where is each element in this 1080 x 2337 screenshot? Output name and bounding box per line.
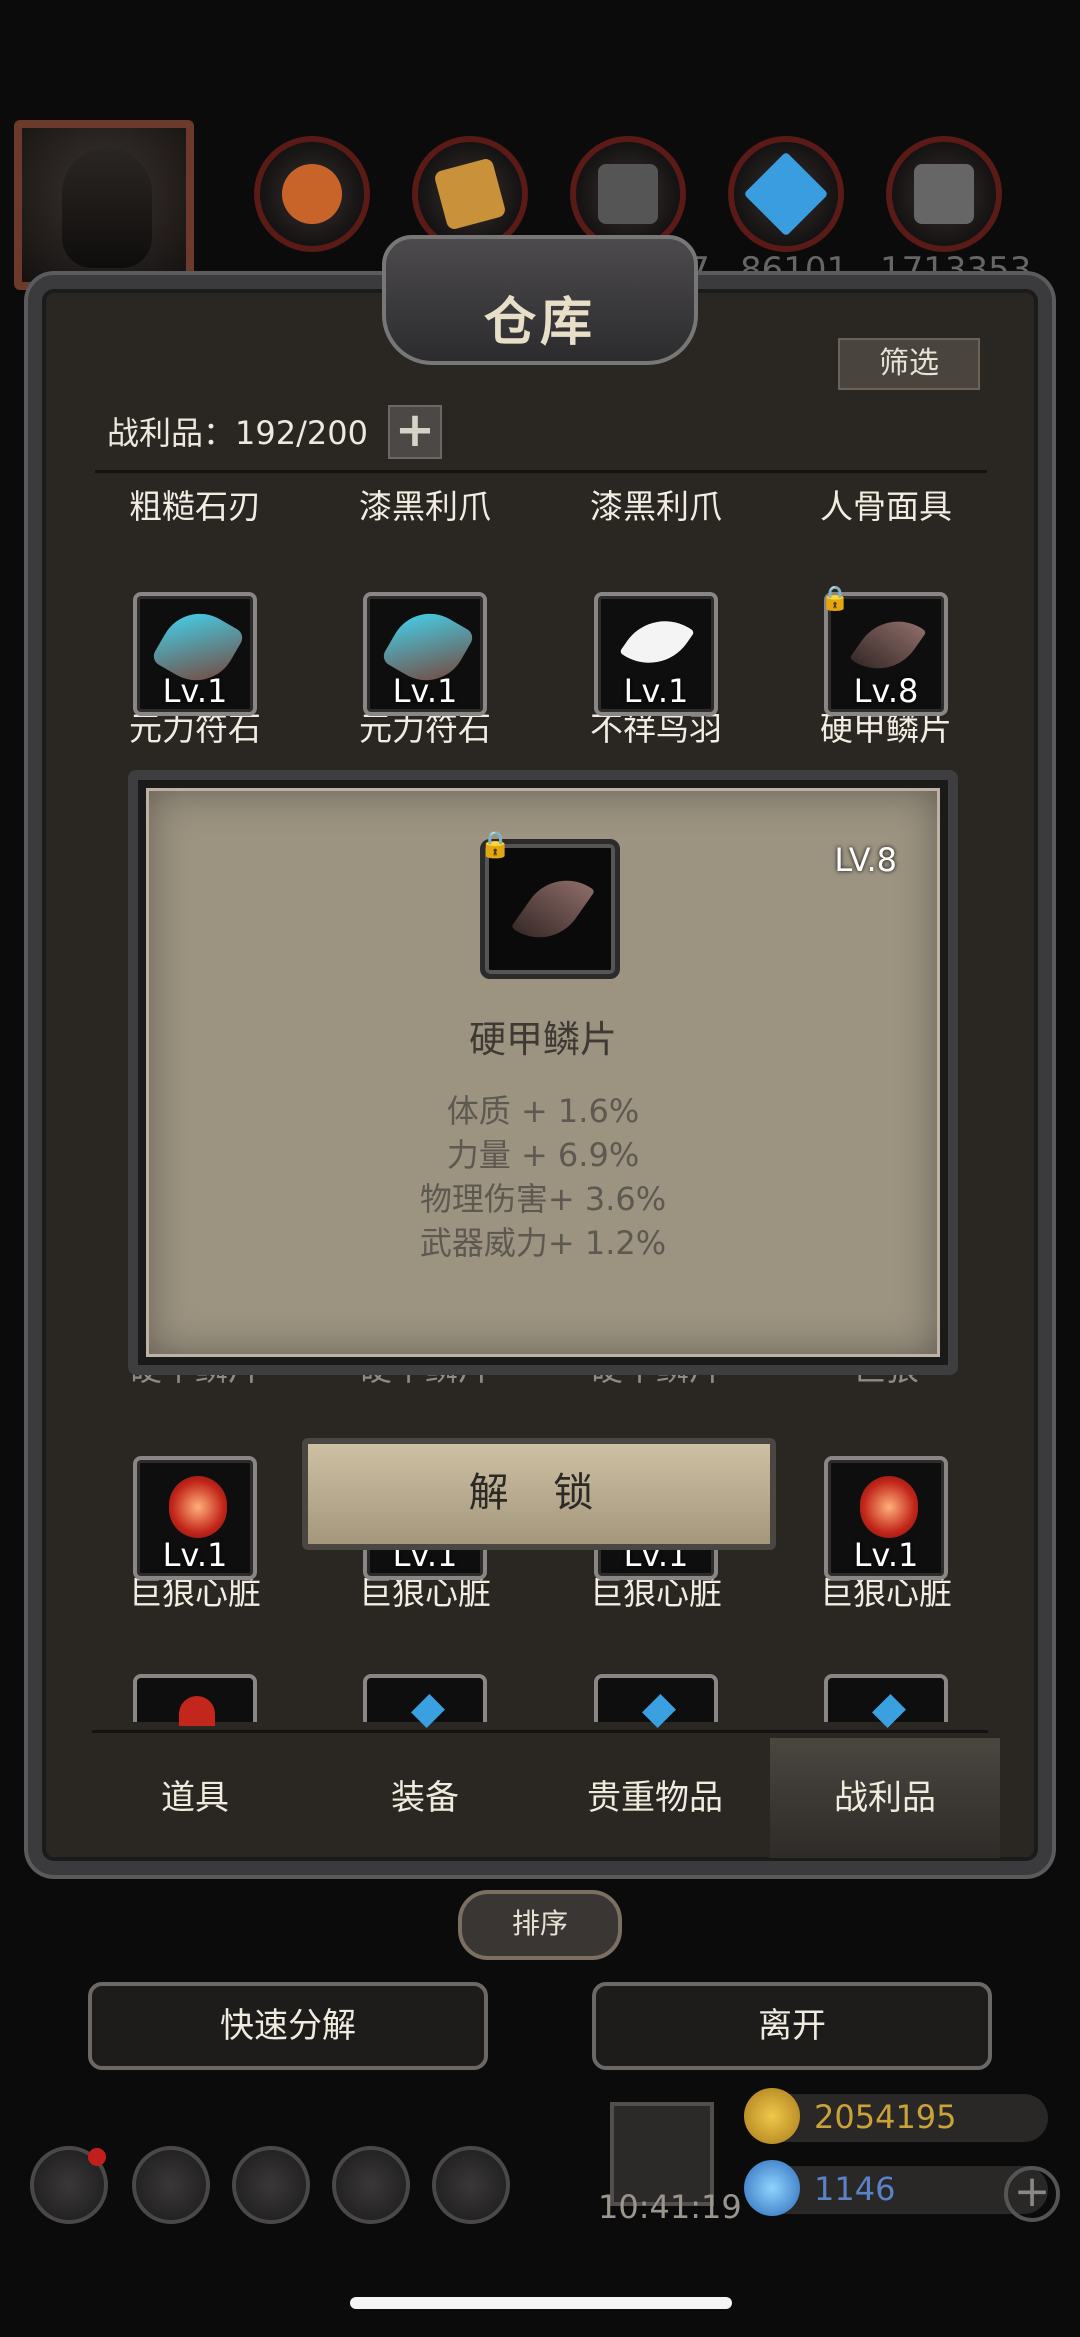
wolf-heart-icon [169,1476,227,1538]
grid-divider [92,1730,988,1733]
wood-plank-icon [433,157,507,231]
countdown-timer: 10:41:19 [598,2188,742,2226]
item-cell[interactable]: 人骨面具 [786,480,986,528]
tab-equipment[interactable]: 装备 [310,1738,540,1858]
mail-icon[interactable] [332,2146,410,2224]
item-detail-popup: 🔒 LV.8 硬甲鳞片 体质 + 1.6% 力量 + 6.9% 物理伤害+ 3.… [128,770,958,1375]
add-gems-button[interactable]: + [1004,2166,1060,2222]
blue-crystal-icon [743,151,829,237]
item-name: 粗糙石刃 [129,487,261,526]
item-slot-partial[interactable] [824,1674,948,1728]
item-cell[interactable]: 漆黑利爪 [325,480,525,528]
settings-gear-icon[interactable] [30,2146,108,2224]
item-slot-partial[interactable] [363,1674,487,1728]
item-level: Lv.8 [853,672,919,710]
item-level: Lv.1 [623,672,689,710]
popup-item-slot: 🔒 [479,830,620,979]
item-level: Lv.1 [162,672,228,710]
item-level: Lv.1 [392,672,458,710]
avatar-face [62,148,152,268]
resource-ore[interactable] [254,136,370,252]
filter-button[interactable]: 筛选 [838,338,980,390]
popup-stats: 体质 + 1.6% 力量 + 6.9% 物理伤害+ 3.6% 武器威力+ 1.2… [149,1089,937,1265]
item-slot-partial[interactable] [594,1674,718,1728]
orange-ore-icon [282,164,342,224]
loot-capacity: 战利品：192/200 [107,414,368,452]
resource-crystal[interactable] [728,136,844,252]
item-cell[interactable]: 漆黑利爪 [556,480,756,528]
header-divider [95,470,987,473]
item-name: 漆黑利爪 [359,487,491,526]
home-indicator[interactable] [350,2297,732,2309]
tab-props[interactable]: 道具 [80,1738,310,1858]
gold-amount: 2054195 [814,2098,957,2136]
lock-icon: 🔒 [820,584,850,612]
item-level: Lv.1 [162,1536,228,1574]
item-cell[interactable]: 粗糙石刃 [95,480,295,528]
lock-icon: 🔒 [479,830,512,860]
item-slot: Lv.1 [824,1456,948,1580]
medal-icon[interactable] [132,2146,210,2224]
tab-loot[interactable]: 战利品 [770,1738,1000,1858]
item-cell[interactable]: Lv.1 元力符石 [95,592,295,750]
cart-icon[interactable] [432,2146,510,2224]
wolf-heart-icon [179,1696,215,1726]
tab-valuables[interactable]: 贵重物品 [540,1738,770,1858]
expand-capacity-button[interactable]: + [388,405,442,459]
item-slot-partial[interactable] [133,1674,257,1726]
leave-button[interactable]: 离开 [592,1982,992,2070]
popup-body: 🔒 LV.8 硬甲鳞片 体质 + 1.6% 力量 + 6.9% 物理伤害+ 3.… [146,788,940,1357]
gem-icon [744,2160,800,2216]
gold-coin-icon [744,2088,800,2144]
popup-item-name: 硬甲鳞片 [469,1018,617,1061]
item-slot: Lv.1 [133,1456,257,1580]
item-slot: Lv.1 [133,592,257,716]
white-feather-icon [619,603,695,681]
wolf-heart-icon [860,1476,918,1538]
iron-ingot-icon [914,164,974,224]
sort-button[interactable]: 排序 [458,1890,622,1960]
item-cell[interactable]: Lv.1 巨狼心脏 [786,1456,986,1614]
item-name: 人骨面具 [820,487,952,526]
resource-iron[interactable] [886,136,1002,252]
item-slot: Lv.1 [363,592,487,716]
stat-line: 体质 + 1.6% [446,1092,640,1130]
stone-block-icon [598,164,658,224]
stat-line: 武器威力+ 1.2% [419,1224,667,1262]
notification-dot [88,2148,106,2166]
item-cell[interactable]: Lv.1 巨狼心脏 [95,1456,295,1614]
quick-decompose-button[interactable]: 快速分解 [88,1982,488,2070]
gem-amount: 1146 [814,2170,896,2208]
tower-icon[interactable] [232,2146,310,2224]
stat-line: 力量 + 6.9% [446,1136,640,1174]
item-cell[interactable]: Lv.1 元力符石 [325,592,525,750]
stat-line: 物理伤害+ 3.6% [419,1180,667,1218]
item-cell[interactable]: 🔒 Lv.8 硬甲鳞片 [786,584,986,750]
item-name: 漆黑利爪 [590,487,722,526]
item-slot: Lv.1 [594,592,718,716]
popup-item-level: LV.8 [834,841,897,879]
player-avatar[interactable] [14,120,194,290]
item-level: Lv.1 [853,1536,919,1574]
category-tabs: 道具 装备 贵重物品 战利品 [80,1738,1000,1858]
item-slot: 🔒 Lv.8 [820,584,948,716]
item-cell[interactable]: Lv.1 不祥鸟羽 [556,592,756,750]
unlock-button[interactable]: 解 锁 [302,1438,776,1550]
armor-scale-icon [510,863,596,955]
